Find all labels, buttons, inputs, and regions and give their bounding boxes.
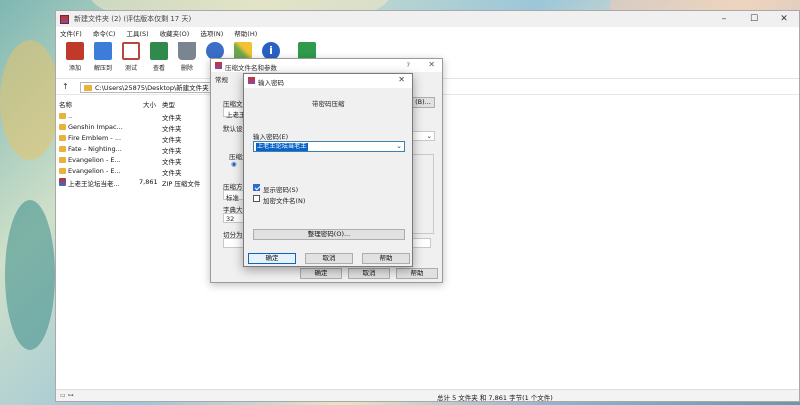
- encrypt-filenames-label: 加密文件名(N): [263, 197, 306, 205]
- folder-icon: [59, 146, 66, 152]
- password-dialog-title: 输入密码: [258, 79, 284, 87]
- password-dialog-titlebar: 输入密码 ✕: [244, 74, 412, 88]
- chevron-down-icon: ⌄: [426, 132, 432, 140]
- menu-commands[interactable]: 命令(C): [93, 28, 116, 38]
- test-button[interactable]: 测试: [117, 42, 145, 72]
- file-type: 文件夹: [162, 125, 182, 133]
- column-type[interactable]: 类型: [162, 99, 175, 109]
- extract-to-label: 解压到: [93, 65, 112, 72]
- delete-button[interactable]: 删除: [173, 42, 201, 72]
- view-label: 查看: [152, 65, 165, 72]
- chevron-down-icon[interactable]: ⌄: [396, 142, 402, 150]
- password-value: 上老王论坛当老王: [256, 143, 308, 151]
- password-dialog: 输入密码 ✕ 带密码压缩 输入密码(E) 上老王论坛当老王 ⌄ 显示密码(S) …: [243, 73, 413, 267]
- default-profile-label: 默认设: [223, 125, 243, 133]
- column-size[interactable]: 大小: [143, 99, 156, 109]
- file-name: Genshin Impac...: [68, 123, 123, 131]
- extract-folder-icon: [94, 42, 112, 60]
- close-icon[interactable]: ✕: [769, 11, 799, 27]
- view-button[interactable]: 查看: [145, 42, 173, 72]
- menu-favorites[interactable]: 收藏夹(O): [160, 28, 190, 38]
- browse-button[interactable]: (B)...: [411, 97, 435, 108]
- archive-help-button[interactable]: 帮助: [396, 268, 438, 279]
- show-password-label: 显示密码(S): [263, 186, 299, 194]
- status-summary: 总计 5 文件夹 和 7,861 字节(1 个文件): [437, 394, 553, 402]
- minimize-icon[interactable]: –: [709, 11, 739, 27]
- file-name: Fire Emblem - ...: [68, 134, 122, 142]
- archive-cancel-button[interactable]: 取消: [348, 268, 390, 279]
- archive-dialog-titlebar: 压缩文件名和参数 ? ✕: [211, 59, 442, 72]
- menu-options[interactable]: 选项(N): [200, 28, 223, 38]
- zip-file-icon: [59, 178, 66, 186]
- file-name: Fate - Nighting...: [68, 145, 122, 153]
- organize-passwords-button[interactable]: 整理密码(O)...: [253, 229, 405, 240]
- trash-icon: [178, 42, 196, 60]
- password-input[interactable]: 上老王论坛当老王 ⌄: [253, 141, 405, 152]
- status-bar: ▭ ⊶ 总计 5 文件夹 和 7,861 字节(1 个文件): [56, 389, 799, 402]
- file-size: 7,861: [139, 178, 158, 186]
- window-title: 新建文件夹 (2) (评估版本仅剩 17 天): [74, 15, 192, 23]
- maximize-icon[interactable]: ☐: [739, 11, 769, 27]
- folder-icon: [59, 135, 66, 141]
- file-type: ZIP 压缩文件: [162, 180, 201, 188]
- up-arrow-icon[interactable]: ↑: [62, 82, 69, 91]
- drive-icon: ▭ ⊶: [60, 392, 74, 399]
- winrar-app-icon: [215, 62, 222, 69]
- menu-help[interactable]: 帮助(H): [234, 28, 257, 38]
- folder-icon: [59, 168, 66, 174]
- file-name: ..: [68, 112, 73, 120]
- archive-ok-button[interactable]: 确定: [300, 268, 342, 279]
- folder-icon: [59, 157, 66, 163]
- winrar-app-icon: [60, 14, 69, 24]
- file-type: 文件夹: [162, 169, 182, 177]
- winrar-app-icon: [248, 77, 255, 84]
- delete-label: 删除: [180, 65, 193, 72]
- add-archive-icon: [66, 42, 84, 60]
- folder-icon: [84, 85, 92, 91]
- menu-file[interactable]: 文件(F): [60, 28, 82, 38]
- tab-general[interactable]: 常规: [215, 74, 228, 84]
- compression-method-value: 标准: [226, 194, 239, 202]
- add-label: 添加: [68, 65, 81, 72]
- view-book-icon: [150, 42, 168, 60]
- file-type: 文件夹: [162, 114, 182, 122]
- file-name: 上老王论坛当老...: [68, 180, 120, 188]
- test-clipboard-icon: [122, 42, 140, 60]
- wallpaper-art: [0, 40, 60, 160]
- add-button[interactable]: 添加: [61, 42, 89, 72]
- radio-selected-icon[interactable]: ◉: [231, 160, 237, 168]
- wallpaper-art: [5, 200, 55, 350]
- help-question-icon[interactable]: ?: [407, 61, 410, 69]
- file-name: Evangelion - E...: [68, 156, 121, 164]
- password-label: 输入密码(E): [253, 133, 289, 141]
- file-type: 文件夹: [162, 136, 182, 144]
- file-name: Evangelion - E...: [68, 167, 121, 175]
- update-mode-select[interactable]: ⌄: [411, 131, 435, 141]
- close-icon[interactable]: ✕: [398, 75, 405, 84]
- menu-bar: 文件(F) 命令(C) 工具(S) 收藏夹(O) 选项(N) 帮助(H): [56, 27, 799, 39]
- password-cancel-button[interactable]: 取消: [305, 253, 353, 264]
- password-ok-button[interactable]: 确定: [248, 253, 296, 264]
- extract-to-button[interactable]: 解压到: [89, 42, 117, 72]
- test-label: 测试: [124, 65, 137, 72]
- address-path: C:\Users\25875\Desktop\新建文件夹 (2): [95, 84, 220, 92]
- folder-icon: [59, 113, 66, 119]
- file-type: 文件夹: [162, 158, 182, 166]
- dictionary-size-value: 32: [226, 215, 235, 223]
- close-icon[interactable]: ✕: [428, 60, 435, 69]
- password-help-button[interactable]: 帮助: [362, 253, 410, 264]
- title-bar: 新建文件夹 (2) (评估版本仅剩 17 天) – ☐ ✕: [56, 11, 799, 27]
- file-type: 文件夹: [162, 147, 182, 155]
- archive-dialog-title: 压缩文件名和参数: [225, 64, 277, 72]
- folder-icon: [59, 124, 66, 130]
- menu-tools[interactable]: 工具(S): [126, 28, 148, 38]
- password-dialog-subtitle: 带密码压缩: [312, 100, 345, 108]
- column-name[interactable]: 名称: [59, 99, 72, 109]
- show-password-checkbox[interactable]: [253, 184, 260, 191]
- encrypt-filenames-checkbox[interactable]: [253, 195, 260, 202]
